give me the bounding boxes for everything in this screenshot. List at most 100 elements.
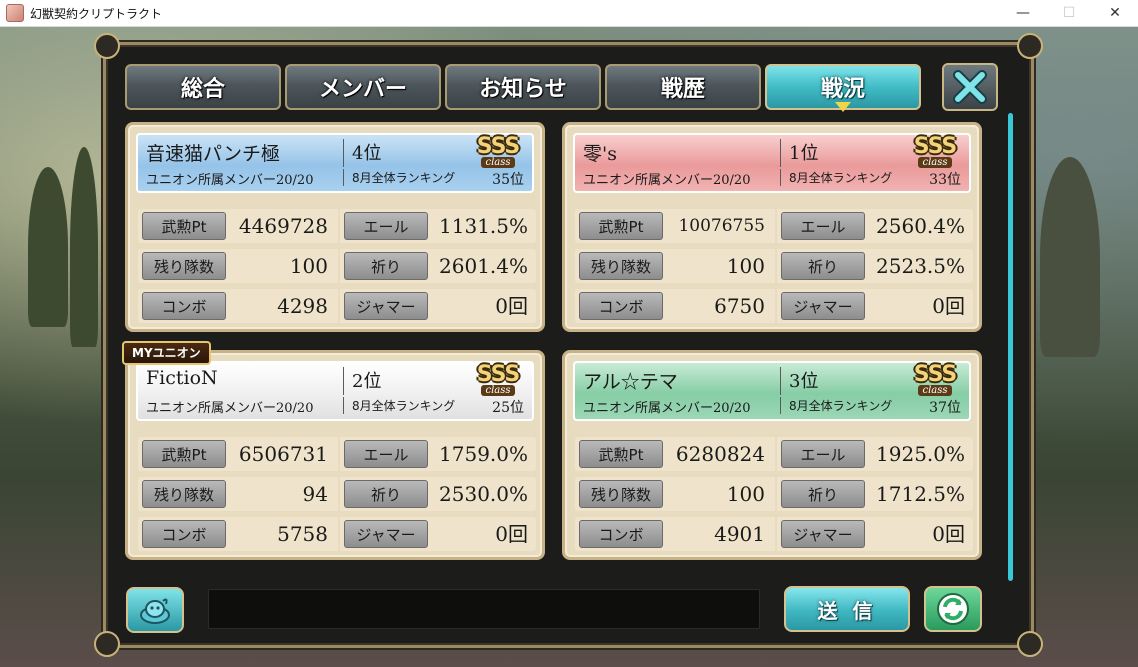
refresh-button[interactable] (924, 586, 982, 632)
window-titlebar: 幻獣契約クリプトラクト — ☐ ✕ (0, 0, 1138, 27)
union-card[interactable]: 零's 1位 ユニオン所属メンバー20/20 8月全体ランキング 33位 SSS… (562, 122, 982, 332)
frame-ornament (1017, 33, 1043, 59)
stat-row: 残り隊数 100 祈り 2523.5% (575, 249, 973, 283)
stat-value-jammer: 0回 (932, 522, 965, 546)
stat-label-pt: 武勲Pt (142, 212, 226, 240)
scrollbar[interactable] (1008, 113, 1013, 581)
stat-value-pray: 2530.0% (439, 482, 528, 506)
tab-label: 戦歴 (660, 77, 705, 102)
close-panel-button[interactable] (942, 63, 998, 111)
send-button[interactable]: 送 信 (784, 586, 910, 632)
class-text: class (481, 157, 515, 168)
union-header: FictioN 2位 ユニオン所属メンバー20/20 8月全体ランキング 25位… (136, 361, 534, 421)
stat-value-remain: 94 (302, 482, 328, 506)
stat-value-combo: 4298 (277, 294, 328, 318)
stat-label-remain: 残り隊数 (579, 252, 663, 280)
stat-divider (775, 249, 777, 283)
class-text: class (918, 157, 952, 168)
refresh-icon (937, 593, 969, 625)
tab-news[interactable]: お知らせ (445, 64, 601, 110)
stat-divider (775, 477, 777, 511)
chat-input[interactable] (208, 589, 760, 629)
stat-label-combo: コンボ (142, 520, 226, 548)
tab-status[interactable]: 戦況 (765, 64, 921, 112)
maximize-button[interactable]: ☐ (1046, 0, 1092, 26)
background-tree (1040, 157, 1100, 357)
stat-row: 武勲Pt 6280824 エール 1925.0% (575, 437, 973, 471)
union-card[interactable]: アル☆テマ 3位 ユニオン所属メンバー20/20 8月全体ランキング 37位 S… (562, 350, 982, 560)
stat-label-ale: エール (781, 440, 865, 468)
stat-row: コンボ 4298 ジャマー 0回 (138, 289, 536, 323)
stat-label-jammer: ジャマー (344, 292, 428, 320)
stat-value-ale: 1759.0% (439, 442, 528, 466)
tab-label: 総合 (180, 77, 225, 102)
stat-value-pt: 4469728 (238, 214, 328, 238)
app-icon (6, 4, 24, 22)
sss-text: SSS (913, 134, 958, 159)
union-name: FictioN (146, 367, 218, 389)
stat-label-combo: コンボ (142, 292, 226, 320)
window-title: 幻獣契約クリプトラクト (30, 6, 163, 21)
frame-ornament (94, 631, 120, 657)
stat-label-combo: コンボ (579, 520, 663, 548)
stat-value-ale: 1925.0% (876, 442, 965, 466)
frame-ornament (1017, 631, 1043, 657)
stat-divider (775, 437, 777, 471)
stat-label-pray: 祈り (781, 480, 865, 508)
sss-class-badge: SSS class (468, 135, 528, 175)
stat-row: 残り隊数 100 祈り 1712.5% (575, 477, 973, 511)
minimize-button[interactable]: — (1000, 0, 1046, 26)
stat-label-remain: 残り隊数 (579, 480, 663, 508)
sss-text: SSS (476, 134, 521, 159)
my-union-card[interactable]: FictioN 2位 ユニオン所属メンバー20/20 8月全体ランキング 25位… (122, 341, 545, 560)
stat-value-combo: 5758 (277, 522, 328, 546)
tab-overall[interactable]: 総合 (125, 64, 281, 110)
stat-value-combo: 4901 (714, 522, 765, 546)
stat-divider (338, 477, 340, 511)
stat-divider (338, 249, 340, 283)
stamp-icon (140, 598, 170, 624)
my-union-badge: MYユニオン (122, 341, 211, 365)
window-controls: — ☐ ✕ (1000, 0, 1138, 26)
tab-members[interactable]: メンバー (285, 64, 441, 110)
stat-label-pray: 祈り (344, 252, 428, 280)
stat-row: コンボ 4901 ジャマー 0回 (575, 517, 973, 551)
union-name: 零's (583, 143, 617, 165)
stamp-button[interactable] (126, 587, 184, 633)
union-header: 音速猫パンチ極 4位 ユニオン所属メンバー20/20 8月全体ランキング 35位… (136, 133, 534, 193)
union-rank: 1位 (780, 139, 818, 167)
stat-value-ale: 1131.5% (439, 214, 528, 238)
stat-value-pt: 6280824 (675, 442, 765, 466)
background-tree (28, 167, 68, 327)
tab-bar: 総合 メンバー お知らせ 戦歴 戦況 (125, 64, 921, 112)
tab-label: 戦況 (820, 77, 865, 102)
close-window-button[interactable]: ✕ (1092, 0, 1138, 26)
tab-history[interactable]: 戦歴 (605, 64, 761, 110)
stat-row: 武勲Pt 6506731 エール 1759.0% (138, 437, 536, 471)
stat-value-ale: 2560.4% (876, 214, 965, 238)
stat-divider (338, 437, 340, 471)
stat-label-combo: コンボ (579, 292, 663, 320)
union-rank: 4位 (343, 139, 381, 167)
stat-value-jammer: 0回 (495, 294, 528, 318)
stat-value-pray: 1712.5% (876, 482, 965, 506)
active-tab-indicator (835, 102, 851, 112)
union-member-count: ユニオン所属メンバー20/20 (583, 173, 751, 188)
stat-divider (338, 209, 340, 243)
stat-divider (338, 289, 340, 323)
stat-row: コンボ 5758 ジャマー 0回 (138, 517, 536, 551)
union-card[interactable]: 音速猫パンチ極 4位 ユニオン所属メンバー20/20 8月全体ランキング 35位… (125, 122, 545, 332)
union-header: アル☆テマ 3位 ユニオン所属メンバー20/20 8月全体ランキング 37位 S… (573, 361, 971, 421)
union-rank: 2位 (343, 367, 381, 395)
stat-label-ale: エール (344, 212, 428, 240)
sss-class-badge: SSS class (468, 363, 528, 403)
stat-row: 武勲Pt 4469728 エール 1131.5% (138, 209, 536, 243)
stat-value-pt: 10076755 (678, 216, 765, 236)
stat-row: コンボ 6750 ジャマー 0回 (575, 289, 973, 323)
stat-row: 残り隊数 94 祈り 2530.0% (138, 477, 536, 511)
background-tree (70, 147, 98, 347)
stat-value-pt: 6506731 (238, 442, 328, 466)
stat-value-combo: 6750 (714, 294, 765, 318)
frame-ornament (94, 33, 120, 59)
stat-value-remain: 100 (726, 482, 765, 506)
